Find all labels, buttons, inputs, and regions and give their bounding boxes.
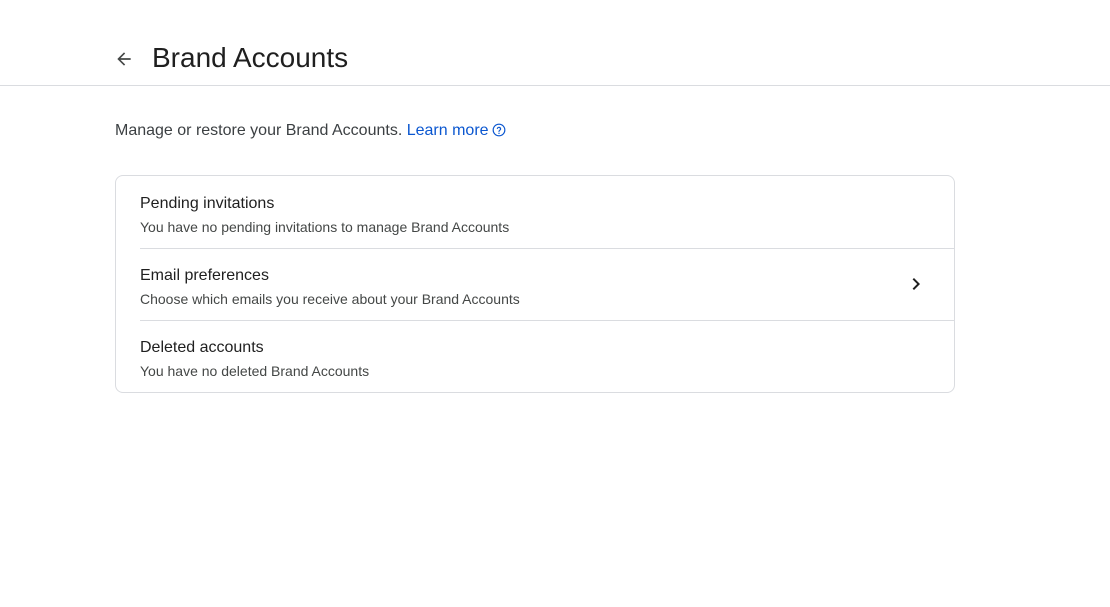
intro-description: Manage or restore your Brand Accounts. xyxy=(115,122,403,139)
learn-more-label: Learn more xyxy=(406,122,489,139)
page-header: Brand Accounts xyxy=(0,0,1110,86)
row-subtitle: You have no deleted Brand Accounts xyxy=(140,363,370,379)
row-title: Pending invitations xyxy=(140,195,275,212)
arrow-back-icon xyxy=(117,52,131,66)
learn-more-link[interactable]: Learn more xyxy=(407,122,506,139)
email-preferences-row[interactable]: Email preferences Choose which emails yo… xyxy=(116,248,954,320)
row-title: Deleted accounts xyxy=(140,339,264,356)
page-title: Brand Accounts xyxy=(152,42,349,73)
pending-invitations-row: Pending invitations You have no pending … xyxy=(116,176,954,248)
chevron-right-icon xyxy=(912,278,920,290)
deleted-accounts-row: Deleted accounts You have no deleted Bra… xyxy=(116,320,954,392)
intro-text: Manage or restore your Brand Accounts. L… xyxy=(115,121,506,141)
back-button[interactable] xyxy=(110,45,138,73)
row-subtitle: Choose which emails you receive about yo… xyxy=(140,291,520,307)
help-circle-icon xyxy=(492,123,505,137)
brand-accounts-card: Pending invitations You have no pending … xyxy=(115,175,955,393)
row-title: Email preferences xyxy=(140,267,269,284)
row-subtitle: You have no pending invitations to manag… xyxy=(140,219,510,235)
